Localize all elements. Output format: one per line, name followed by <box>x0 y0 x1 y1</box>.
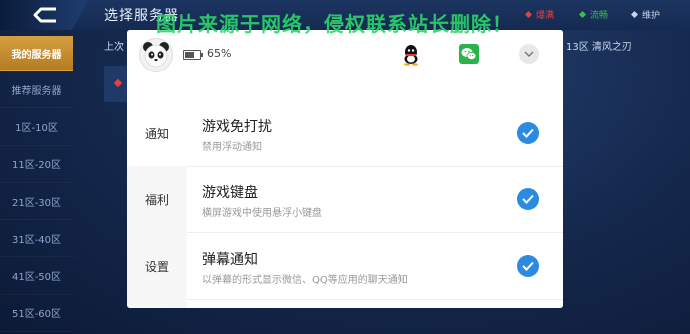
tab-label: 通知 <box>144 126 169 141</box>
diamond-icon <box>113 78 123 88</box>
sidebar-item-51-60[interactable]: 51区-60区 <box>0 295 73 333</box>
tab-label: 福利 <box>144 192 169 207</box>
option-title: 游戏键盘 <box>202 185 258 201</box>
checkmark-icon <box>522 128 534 138</box>
sidebar-item-label: 推荐服务器 <box>11 85 62 97</box>
sidebar-item-label: 41区-50区 <box>11 272 62 284</box>
tab-settings[interactable]: 设置 <box>127 233 187 299</box>
option-do-not-disturb[interactable]: 游戏免打扰 禁用浮动通知 <box>187 100 563 167</box>
legend-label: 流畅 <box>590 11 609 21</box>
server-category-sidebar: 我的服务器 推荐服务器 1区-10区 11区-20区 21区-30区 31区-4… <box>0 36 73 334</box>
recent-server-label: 上次 <box>104 42 124 53</box>
watermark-text: 图片来源于网络，侵权联系站长删除！ <box>156 12 513 36</box>
legend-smooth: 流畅 <box>578 8 609 21</box>
checkmark-icon <box>522 261 534 271</box>
sidebar-item-label: 我的服务器 <box>11 49 62 61</box>
legend-label: 维护 <box>642 11 661 21</box>
panel-tabs: 通知 福利 设置 <box>127 100 187 308</box>
option-subtitle: 横屏游戏中使用悬浮小键盘 <box>202 208 322 219</box>
diamond-icon <box>630 10 639 19</box>
sidebar-item-21-30[interactable]: 21区-30区 <box>0 183 73 221</box>
option-subtitle: 以弹幕的形式显示微信、QQ等应用的聊天通知 <box>202 275 408 286</box>
sidebar-item-label: 1区-10区 <box>15 122 58 134</box>
back-arrow-icon <box>33 7 56 23</box>
sidebar-item-my-servers[interactable]: 我的服务器 <box>0 36 73 71</box>
sidebar-item-label: 51区-60区 <box>11 309 62 321</box>
option-title: 游戏免打扰 <box>202 119 272 135</box>
tab-label: 设置 <box>144 259 169 274</box>
options-list: 游戏免打扰 禁用浮动通知 游戏键盘 横屏游戏中使用悬浮小键盘 弹幕通知 以弹幕的… <box>187 100 563 308</box>
legend-label: 爆满 <box>536 11 555 21</box>
sidebar-item-1-10[interactable]: 1区-10区 <box>0 108 73 146</box>
recent-server-name[interactable]: 13区 清风之刃 <box>566 38 632 53</box>
diamond-icon <box>524 10 533 19</box>
checkbox[interactable] <box>517 188 539 210</box>
sidebar-item-label: 21区-30区 <box>11 197 62 209</box>
game-assistant-panel: 65% 通知 福利 设置 游戏免打扰 禁用浮动通知 游戏键盘 横屏游戏中使用悬浮… <box>127 30 563 308</box>
battery-icon <box>183 50 203 60</box>
checkbox[interactable] <box>517 122 539 144</box>
wechat-icon[interactable] <box>459 44 479 64</box>
sidebar-item-label: 31区-40区 <box>11 234 62 246</box>
option-subtitle: 禁用浮动通知 <box>202 142 262 153</box>
sidebar-item-11-20[interactable]: 11区-20区 <box>0 146 73 183</box>
collapse-button[interactable] <box>519 44 539 64</box>
sidebar-item-recommended[interactable]: 推荐服务器 <box>0 71 73 109</box>
chevron-down-icon <box>524 51 534 57</box>
avatar[interactable] <box>139 38 173 72</box>
checkmark-icon <box>522 194 534 204</box>
sidebar-item-31-40[interactable]: 31区-40区 <box>0 220 73 258</box>
checkbox[interactable] <box>517 255 539 277</box>
legend-full: 爆满 <box>524 8 555 21</box>
battery-percentage: 65% <box>207 47 232 60</box>
sidebar-item-label: 11区-20区 <box>11 160 62 172</box>
battery-fill <box>185 52 195 58</box>
tab-notifications[interactable]: 通知 <box>127 100 187 166</box>
diamond-icon <box>578 10 587 19</box>
panel-header: 65% <box>127 30 563 78</box>
option-danmaku-notification[interactable]: 弹幕通知 以弹幕的形式显示微信、QQ等应用的聊天通知 <box>187 233 563 300</box>
option-game-keyboard[interactable]: 游戏键盘 横屏游戏中使用悬浮小键盘 <box>187 166 563 233</box>
tab-benefits[interactable]: 福利 <box>127 166 187 232</box>
back-button[interactable] <box>0 0 88 30</box>
sidebar-item-41-50[interactable]: 41区-50区 <box>0 257 73 295</box>
option-title: 弹幕通知 <box>202 252 258 268</box>
legend-maintenance: 维护 <box>630 8 661 21</box>
qq-icon[interactable] <box>402 44 420 70</box>
